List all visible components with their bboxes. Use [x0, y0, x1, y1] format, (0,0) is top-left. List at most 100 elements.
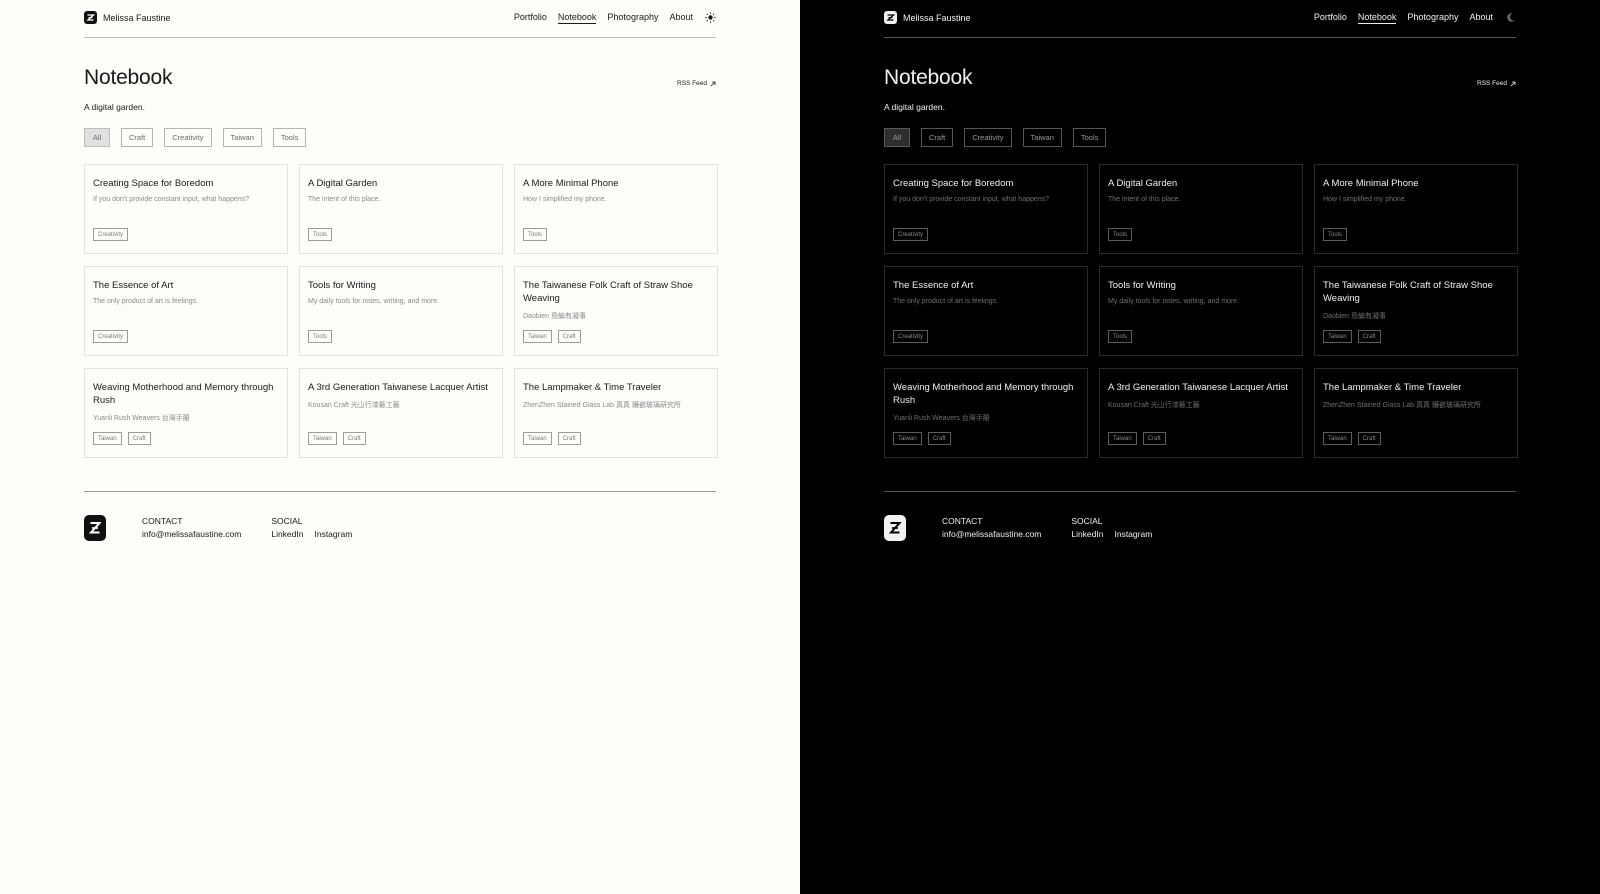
note-card[interactable]: Creating Space for Boredom If you don’t …: [884, 164, 1088, 254]
rss-feed-link[interactable]: RSS Feed: [1477, 80, 1516, 87]
contact-heading: CONTACT: [142, 516, 183, 526]
note-description: How I simplified my phone.: [523, 196, 607, 203]
note-card[interactable]: The Essence of Art The only product of a…: [84, 266, 288, 356]
note-card[interactable]: Creating Space for Boredom If you don’t …: [84, 164, 288, 254]
note-tag[interactable]: Taiwan: [1323, 330, 1352, 343]
note-tag[interactable]: Creativity: [93, 228, 129, 241]
note-tag[interactable]: Craft: [557, 432, 581, 445]
note-card[interactable]: Weaving Motherhood and Memory through Ru…: [84, 368, 288, 458]
note-description: ZhenZhen Stained Glass Lab 真真 鑲嵌玻璃研究所: [523, 402, 681, 409]
linkedin-link[interactable]: LinkedIn: [271, 528, 303, 541]
linkedin-link[interactable]: LinkedIn: [1071, 528, 1103, 541]
note-tag[interactable]: Craft: [1357, 432, 1381, 445]
note-tag[interactable]: Craft: [127, 432, 151, 445]
note-description: Yuanli Rush Weavers 台灣手藺: [93, 415, 190, 422]
note-tag[interactable]: Taiwan: [1108, 432, 1137, 445]
nav-portfolio[interactable]: Portfolio: [1314, 12, 1347, 23]
instagram-link[interactable]: Instagram: [314, 528, 352, 541]
nav-about[interactable]: About: [669, 12, 693, 23]
note-tag[interactable]: Craft: [342, 432, 366, 445]
note-description: My daily tools for notes, writing, and m…: [308, 298, 440, 305]
note-title: The Taiwanese Folk Craft of Straw Shoe W…: [1323, 280, 1493, 304]
note-tag[interactable]: Tools: [1108, 330, 1133, 343]
note-tag[interactable]: Creativity: [93, 330, 129, 343]
note-card[interactable]: The Lampmaker & Time Traveler ZhenZhen S…: [1314, 368, 1518, 458]
nav-notebook[interactable]: Notebook: [557, 12, 597, 24]
note-card[interactable]: The Taiwanese Folk Craft of Straw Shoe W…: [1314, 266, 1518, 356]
note-title: A More Minimal Phone: [523, 178, 619, 189]
note-tag[interactable]: Tools: [308, 228, 333, 241]
note-card[interactable]: The Essence of Art The only product of a…: [884, 266, 1088, 356]
rss-feed-link[interactable]: RSS Feed: [677, 80, 716, 87]
note-title: The Essence of Art: [93, 280, 174, 291]
filter-craft[interactable]: Craft: [921, 128, 954, 147]
site-name: Melissa Faustine: [903, 12, 971, 23]
filter-bar: All Craft Creativity Taiwan Tools: [84, 128, 716, 147]
note-card[interactable]: Tools for Writing My daily tools for not…: [299, 266, 503, 356]
main-nav: Portfolio Notebook Photography About: [1314, 12, 1516, 24]
note-tag[interactable]: Taiwan: [523, 330, 552, 343]
filter-all[interactable]: All: [84, 128, 110, 147]
filter-taiwan[interactable]: Taiwan: [1022, 128, 1062, 147]
nav-notebook[interactable]: Notebook: [1357, 12, 1397, 24]
note-tag[interactable]: Taiwan: [523, 432, 552, 445]
note-tag[interactable]: Craft: [1142, 432, 1166, 445]
filter-taiwan[interactable]: Taiwan: [222, 128, 262, 147]
note-tag[interactable]: Taiwan: [893, 432, 922, 445]
filter-creativity[interactable]: Creativity: [164, 128, 212, 147]
note-tag[interactable]: Creativity: [893, 228, 929, 241]
note-card[interactable]: A Digital Garden The intent of this plac…: [1099, 164, 1303, 254]
logo-icon[interactable]: [84, 515, 106, 541]
filter-tools[interactable]: Tools: [1072, 128, 1107, 147]
note-card[interactable]: Tools for Writing My daily tools for not…: [1099, 266, 1303, 356]
filter-craft[interactable]: Craft: [121, 128, 154, 147]
note-tag[interactable]: Craft: [927, 432, 951, 445]
light-theme-panel: Melissa Faustine Portfolio Notebook Phot…: [0, 0, 800, 894]
filter-creativity[interactable]: Creativity: [964, 128, 1012, 147]
note-card[interactable]: A Digital Garden The intent of this plac…: [299, 164, 503, 254]
note-card[interactable]: A More Minimal Phone How I simplified my…: [514, 164, 718, 254]
note-card[interactable]: The Lampmaker & Time Traveler ZhenZhen S…: [514, 368, 718, 458]
note-card[interactable]: Weaving Motherhood and Memory through Ru…: [884, 368, 1088, 458]
nav-photography[interactable]: Photography: [1407, 12, 1458, 23]
logo-icon: [84, 11, 97, 24]
note-tag[interactable]: Tools: [308, 330, 333, 343]
nav-portfolio[interactable]: Portfolio: [514, 12, 547, 23]
note-tag[interactable]: Craft: [557, 330, 581, 343]
note-tag[interactable]: Taiwan: [1323, 432, 1352, 445]
note-title: A Digital Garden: [308, 178, 378, 189]
contact-email-link[interactable]: info@melissafaustine.com: [942, 528, 1041, 541]
note-card[interactable]: A More Minimal Phone How I simplified my…: [1314, 164, 1518, 254]
note-description: If you don’t provide constant input, wha…: [93, 196, 250, 203]
note-tag[interactable]: Tools: [1323, 228, 1348, 241]
note-tag[interactable]: Taiwan: [93, 432, 122, 445]
note-tag[interactable]: Tools: [523, 228, 548, 241]
note-title: A More Minimal Phone: [1323, 178, 1419, 189]
brand[interactable]: Melissa Faustine: [84, 11, 171, 24]
nav-about[interactable]: About: [1469, 12, 1493, 23]
contact-email-link[interactable]: info@melissafaustine.com: [142, 528, 241, 541]
brand[interactable]: Melissa Faustine: [884, 11, 971, 24]
note-tag[interactable]: Tools: [1108, 228, 1133, 241]
note-tag[interactable]: Creativity: [893, 330, 929, 343]
moon-icon[interactable]: [1504, 12, 1516, 24]
note-card[interactable]: The Taiwanese Folk Craft of Straw Shoe W…: [514, 266, 718, 356]
filter-tools[interactable]: Tools: [272, 128, 307, 147]
note-card[interactable]: A 3rd Generation Taiwanese Lacquer Artis…: [1099, 368, 1303, 458]
notes-grid: Creating Space for Boredom If you don’t …: [884, 164, 1518, 458]
dark-theme-panel: Melissa Faustine Portfolio Notebook Phot…: [800, 0, 1600, 894]
filter-all[interactable]: All: [884, 128, 910, 147]
sun-icon[interactable]: [704, 12, 716, 24]
note-title: The Essence of Art: [893, 280, 974, 291]
nav-photography[interactable]: Photography: [607, 12, 658, 23]
filter-bar: All Craft Creativity Taiwan Tools: [884, 128, 1516, 147]
instagram-link[interactable]: Instagram: [1114, 528, 1152, 541]
note-tag[interactable]: Taiwan: [308, 432, 337, 445]
logo-icon[interactable]: [884, 515, 906, 541]
site-header: Melissa Faustine Portfolio Notebook Phot…: [884, 0, 1516, 38]
site-header: Melissa Faustine Portfolio Notebook Phot…: [84, 0, 716, 38]
note-tag[interactable]: Craft: [1357, 330, 1381, 343]
site-footer: CONTACT info@melissafaustine.com SOCIAL …: [884, 515, 1516, 541]
note-description: The only product of art is feelings.: [893, 298, 999, 305]
note-card[interactable]: A 3rd Generation Taiwanese Lacquer Artis…: [299, 368, 503, 458]
